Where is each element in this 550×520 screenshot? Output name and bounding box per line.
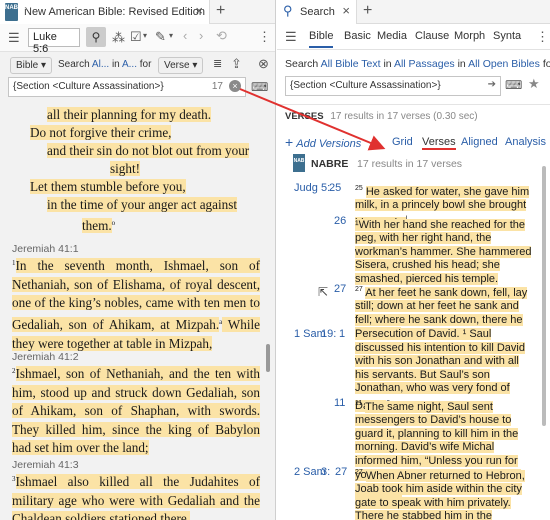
poetry-line: all their planning for my death. [47,107,212,122]
poetry-line: Let them stumble before you, [30,179,186,194]
result-chapter[interactable]: 19: [321,328,336,340]
verses-header: VERSES 17 results in 17 verses (0.30 sec… [285,111,478,122]
query-text: {Section <Culture Assassination>} [290,80,441,91]
go-icon[interactable]: ➔ [488,79,496,90]
dropdown-icon[interactable]: ▾ [143,31,147,40]
search-row: Bible ▾ Search Al... in A... for Verse ▾… [0,54,275,76]
search-input[interactable]: {Section <Culture Assassination>} ➔ [285,76,501,96]
view-analysis[interactable]: Analysis [505,136,546,148]
verse-paragraph: 1In the seventh month, Ishmael, son of N… [12,258,261,351]
list-icon[interactable]: ≣ [213,57,222,70]
bible-panel: NABRE New American Bible: Revised Editio… [0,0,276,520]
book-icon: NABRE [5,3,26,21]
right-tab-bar: ⚲ Search × + [277,0,550,24]
bible-icon: NAB [293,154,305,172]
verse-dropdown[interactable]: Verse ▾ [158,57,204,74]
bible-results: 17 results in 17 verses [357,158,463,170]
result-count: 17 [211,81,223,92]
verse-paragraph: 3Ishmael also killed all the Judahites o… [12,470,260,520]
tab-bible[interactable]: Bible [309,30,334,48]
share-icon[interactable]: ⇪ [231,56,242,72]
history-icon[interactable]: ⟲ [216,28,227,44]
all-passages-link[interactable]: All Passages [394,58,455,70]
query-text: {Section <Culture Assassination>} [13,81,164,92]
search-icon[interactable]: ⚲ [86,27,106,47]
dropdown-icon[interactable]: ▾ [169,31,173,40]
bible-dropdown[interactable]: Bible ▾ [10,57,53,74]
cursor-icon: ⇱ [318,285,329,299]
poetry-line: and their sin do not blot out from your [47,143,250,158]
result-chapter[interactable]: 3: [321,466,330,478]
search-type-tabs: ☰ Bible Basic Media Clause Morph Synta ⋮ [277,24,550,50]
bible-toolbar: ☰ Luke 5:6 ⚲ ⁂ ☑ ▾ ✎ ▾ ‹ › ⟲ ⋮ [0,24,275,55]
result-verse[interactable]: 27 [335,466,347,478]
star-icon[interactable]: ★ [528,76,540,92]
all-link[interactable]: Al... [92,59,109,70]
bible-name[interactable]: NABRE [311,158,348,170]
reference-box[interactable]: Luke 5:6 [28,28,80,55]
scrollbar[interactable] [540,156,548,520]
add-tab-icon[interactable]: + [216,2,225,20]
result-text: 27 When Abner returned to Hebron, Joab t… [355,466,535,520]
menu-icon[interactable]: ☰ [8,30,20,46]
more-icon[interactable]: ⋮ [536,29,549,45]
all-bible-text-link[interactable]: All Bible Text [321,58,381,70]
result-verse[interactable]: 26 [334,215,346,227]
a-link[interactable]: A... [122,59,137,70]
result-text: ¹With her hand she reached for the peg, … [355,218,532,286]
keyboard-icon[interactable]: ⌨ [505,78,522,92]
search-phrase: Search Al... in A... for [58,59,152,70]
poetry-line: them.o [82,218,116,234]
view-verses[interactable]: Verses [422,136,456,150]
visual-filter-icon[interactable]: ⁂ [112,30,125,46]
bible-text: all their planning for my death. Do not … [0,104,261,520]
add-tab-icon[interactable]: + [363,2,372,20]
result-book[interactable]: Judg [294,182,318,194]
close-icon[interactable]: × [342,3,350,18]
tab-bible[interactable]: NABRE New American Bible: Revised Editio… [0,0,210,24]
clear-search-icon[interactable]: × [229,80,241,92]
tab-title: Search [300,6,335,18]
highlighter-icon[interactable]: ✎ [155,29,166,45]
add-icon: + [285,134,294,150]
result-verse[interactable]: 1 [339,328,345,340]
search-description: Search All Bible Text in All Passages in… [285,58,550,70]
search-icon: ⚲ [283,3,293,18]
search-input[interactable]: {Section <Culture Assassination>} 17 × [8,77,246,97]
verse-paragraph: 2Ishmael, son of Nethaniah, and the ten … [12,366,260,456]
divider [277,104,550,105]
search-panel: ⚲ Search × + ☰ Bible Basic Media Clause … [277,0,550,520]
result-verse[interactable]: 11 [334,397,345,409]
close-icon[interactable]: × [195,3,203,18]
scroll-thumb[interactable] [266,344,270,372]
tab-syntax[interactable]: Synta [493,30,521,42]
scrollbar[interactable] [263,104,273,520]
result-verse[interactable]: 27 [334,283,346,295]
menu-icon[interactable]: ☰ [285,29,297,45]
tab-basic[interactable]: Basic [344,30,371,42]
checkbox-icon[interactable]: ☑ [130,29,142,45]
poetry-line: Do not forgive their crime, [30,125,172,140]
poetry-line: in the time of your anger act against [47,197,238,212]
result-verse[interactable]: 25 [329,182,341,194]
all-open-bibles-link[interactable]: All Open Bibles [468,58,540,70]
clear-icon[interactable]: ⊗ [258,56,269,72]
keyboard-icon[interactable]: ⌨ [251,80,268,94]
view-aligned[interactable]: Aligned [461,136,498,148]
view-grid[interactable]: Grid [392,136,413,148]
poetry-line: sight! [110,161,141,176]
tab-search[interactable]: ⚲ Search × [277,0,357,24]
forward-icon[interactable]: › [199,28,203,43]
add-versions-link[interactable]: + Add Versions [285,134,361,150]
scroll-thumb[interactable] [542,166,546,426]
tab-morph[interactable]: Morph [454,30,485,42]
left-tab-bar: NABRE New American Bible: Revised Editio… [0,0,275,24]
more-icon[interactable]: ⋮ [258,29,271,45]
back-icon[interactable]: ‹ [183,28,187,43]
tab-clause[interactable]: Clause [415,30,449,42]
tab-title: New American Bible: Revised Edition [24,6,205,18]
tab-media[interactable]: Media [377,30,407,42]
